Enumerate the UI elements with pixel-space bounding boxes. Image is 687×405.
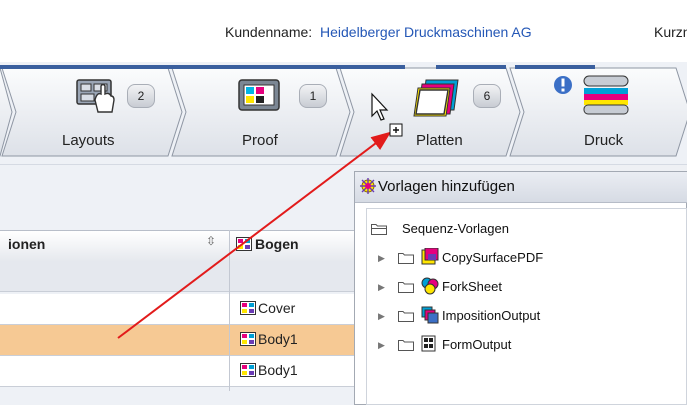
tree-item-forksheet[interactable]: ForkSheet — [442, 279, 502, 294]
sheet-header-icon — [236, 237, 252, 251]
tree-item-formoutput[interactable]: FormOutput — [442, 337, 511, 352]
tree-item-copysurfacepdf[interactable]: CopySurfacePDF — [442, 250, 543, 265]
form-output-icon — [421, 335, 436, 352]
imposition-output-icon — [421, 306, 439, 324]
workflow-bar: 2 Layouts 1 Proof 6 Platten Druck — [0, 62, 687, 165]
short-name-label: Kurzn — [654, 24, 687, 40]
fork-sheet-icon — [421, 277, 439, 295]
sheet-name: Body1 — [258, 331, 298, 347]
layouts-icon — [76, 79, 115, 113]
copy-surface-pdf-icon — [421, 248, 439, 265]
folder-icon — [398, 282, 414, 293]
sheet-icon — [240, 332, 256, 346]
sheet-name: Cover — [258, 300, 296, 316]
grid-header — [0, 230, 355, 262]
column-header-bogen[interactable]: Bogen — [255, 236, 299, 252]
folder-open-icon — [371, 224, 387, 235]
expand-icon[interactable]: ▶ — [378, 282, 385, 293]
customer-name-label: Kundenname: — [225, 24, 313, 40]
warning-icon — [554, 76, 572, 94]
folder-icon — [398, 340, 414, 351]
column-divider — [229, 230, 230, 391]
platten-label: Platten — [416, 132, 463, 149]
expand-icon[interactable]: ▶ — [378, 311, 385, 322]
dialog-title: Vorlagen hinzufügen — [378, 178, 515, 195]
table-row[interactable]: Cover — [0, 294, 355, 325]
layouts-label: Layouts — [62, 132, 115, 149]
druck-icon — [583, 75, 629, 115]
templates-icon — [360, 178, 376, 194]
table-row[interactable]: Body1 — [0, 356, 355, 387]
template-tree — [366, 208, 687, 405]
table-row[interactable] — [0, 261, 355, 292]
sort-icon[interactable]: ⇳ — [206, 234, 216, 248]
proof-label: Proof — [242, 132, 278, 149]
folder-icon — [398, 311, 414, 322]
folder-icon — [398, 253, 414, 264]
sheet-icon — [240, 301, 256, 315]
druck-label: Druck — [584, 132, 624, 149]
tree-item-impositionoutput[interactable]: ImpositionOutput — [442, 308, 540, 323]
platten-icon — [413, 79, 459, 117]
sheet-icon — [240, 363, 256, 377]
customer-name-value: Heidelberger Druckmaschinen AG — [320, 24, 532, 40]
workflow-progress-strip — [0, 65, 405, 69]
tree-root-sequenz-vorlagen[interactable]: Sequenz-Vorlagen — [402, 221, 509, 236]
expand-icon[interactable]: ▶ — [378, 253, 385, 264]
table-row-selected[interactable]: Body1 — [0, 325, 355, 356]
sheet-name: Body1 — [258, 362, 298, 378]
proof-icon — [238, 79, 280, 111]
platten-count-badge: 6 — [473, 84, 501, 108]
layouts-count-badge: 2 — [127, 84, 155, 108]
column-header-positionen[interactable]: ionen — [8, 236, 45, 252]
proof-count-badge: 1 — [299, 84, 327, 108]
expand-icon[interactable]: ▶ — [378, 340, 385, 351]
